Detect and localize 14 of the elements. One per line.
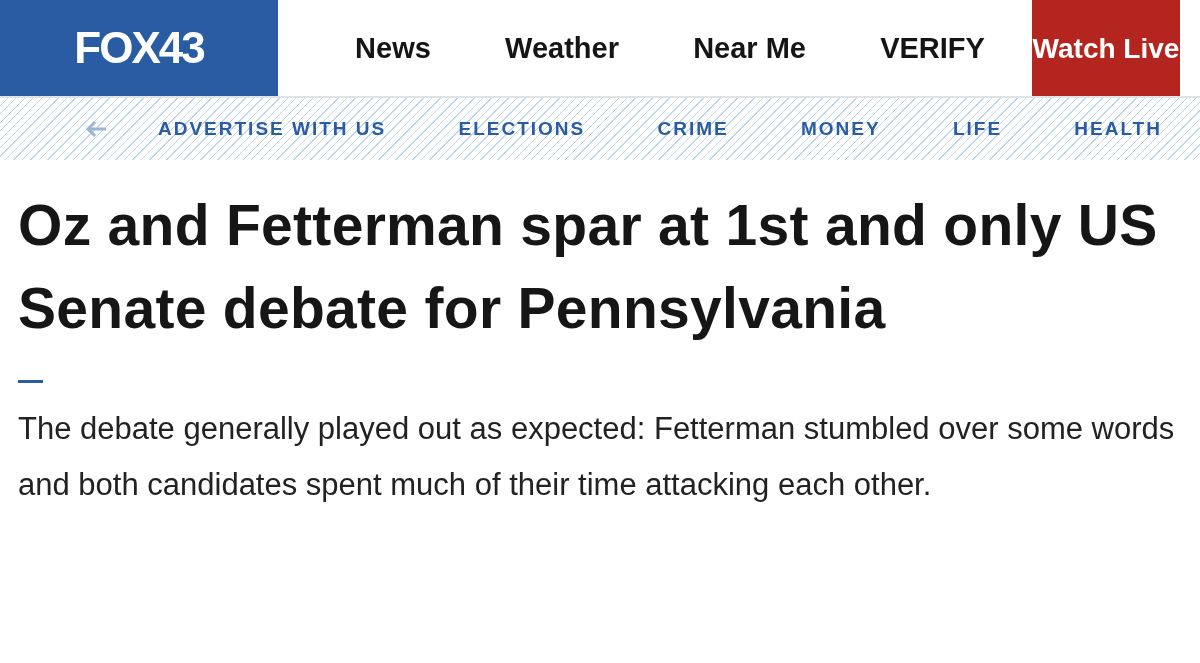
nav-link[interactable]: VERIFY	[880, 31, 985, 65]
headline: Oz and Fetterman spar at 1st and only US Senate debate for Pennsylvania	[18, 192, 1159, 342]
watch-live-button[interactable]: Watch Live	[1032, 0, 1180, 96]
section-link[interactable]: HEALTH	[1074, 118, 1162, 140]
section-link[interactable]: LIFE	[952, 118, 1003, 140]
nav-link[interactable]: Weather	[505, 31, 619, 65]
section-link[interactable]: MONEY	[800, 118, 881, 140]
section-link[interactable]: ADVERTISE WITH US	[158, 118, 387, 140]
section-link[interactable]: ELECTIONS	[458, 118, 586, 140]
section-link[interactable]: CRIME	[657, 118, 729, 140]
nav-link[interactable]: News	[355, 31, 431, 65]
back-arrow-icon[interactable]	[84, 119, 108, 139]
nav-link[interactable]: Near Me	[693, 31, 806, 65]
summary: The debate generally played out as expected: Fetterman stumbled over some words and both candidates spent much of their time attacking each other.	[18, 410, 1176, 504]
